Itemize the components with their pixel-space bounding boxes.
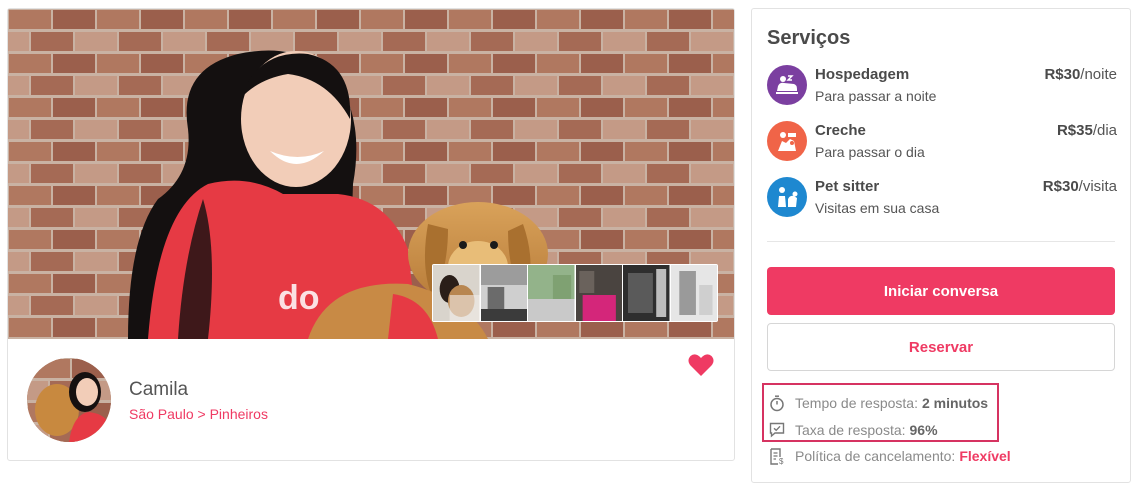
thumbnail-5[interactable] (623, 265, 670, 321)
service-description: Para passar o dia (815, 144, 925, 160)
response-rate-value: 96% (909, 422, 938, 438)
location-separator: > (197, 406, 206, 422)
service-pet-sitter: Pet sitter Visitas em sua casa R$30/visi… (767, 177, 1117, 221)
stopwatch-icon (770, 394, 784, 411)
service-price: R$35/dia (1056, 122, 1117, 139)
service-hospedagem: Hospedagem Para passar a noite R$30/noit… (767, 65, 1117, 109)
thumbnail-image (623, 265, 670, 321)
service-name: Hospedagem (815, 66, 910, 83)
photo-thumbnails (432, 264, 718, 322)
response-rate-label: Taxa de resposta: (795, 422, 906, 438)
service-name: Creche (815, 122, 866, 139)
service-name: Pet sitter (815, 178, 880, 195)
service-price: R$30/noite (1044, 66, 1117, 83)
sitter-name: Camila (129, 379, 189, 400)
avatar-image (27, 358, 111, 442)
creche-icon (767, 121, 807, 161)
cancellation-policy-link[interactable]: Flexível (959, 448, 1010, 464)
start-chat-button[interactable]: Iniciar conversa (767, 267, 1115, 315)
thumbnail-3[interactable] (528, 265, 575, 321)
services-title: Serviços (767, 27, 851, 49)
book-button[interactable]: Reservar (767, 323, 1115, 371)
svg-text:$: $ (779, 457, 784, 465)
cancellation-policy-row: $ Política de cancelamento: Flexível (769, 447, 1011, 465)
document-icon: $ (770, 447, 784, 465)
service-creche: Creche Para passar o dia R$35/dia (767, 121, 1117, 165)
service-description: Para passar a noite (815, 88, 937, 104)
thumbnail-image (480, 265, 527, 321)
svg-text:do: do (278, 279, 320, 317)
service-price: R$30/visita (1042, 178, 1117, 195)
sitter-profile-card: do Camila São Paulo > Pinheiros (7, 8, 735, 461)
thumbnail-1[interactable] (433, 265, 480, 321)
thumbnail-image (433, 265, 480, 321)
chat-check-icon (769, 422, 785, 438)
cancellation-label: Política de cancelamento: (795, 448, 956, 464)
profile-info: Camila São Paulo > Pinheiros (8, 339, 734, 460)
divider (767, 241, 1115, 242)
thumbnail-2[interactable] (480, 265, 527, 321)
response-rate-row: Taxa de resposta: 96% (769, 421, 938, 439)
service-description: Visitas em sua casa (815, 200, 940, 216)
city-link[interactable]: São Paulo (129, 406, 194, 422)
neighborhood-link[interactable]: Pinheiros (210, 406, 268, 422)
services-card: Serviços Hospedagem Para passar a noite … (751, 8, 1131, 483)
hospedagem-icon (767, 65, 807, 105)
hero-photo[interactable]: do (8, 9, 734, 339)
avatar[interactable] (27, 358, 111, 442)
thumbnail-4[interactable] (575, 265, 622, 321)
thumbnail-image (575, 265, 622, 321)
thumbnail-6[interactable] (670, 265, 717, 321)
response-time-row: Tempo de resposta: 2 minutos (769, 394, 988, 412)
pet-sitter-icon (767, 177, 807, 217)
response-time-label: Tempo de resposta: (795, 395, 918, 411)
response-time-value: 2 minutos (921, 395, 989, 411)
favorite-heart-icon[interactable] (688, 353, 714, 379)
thumbnail-image (528, 265, 575, 321)
location: São Paulo > Pinheiros (129, 406, 268, 422)
thumbnail-image (670, 265, 717, 321)
